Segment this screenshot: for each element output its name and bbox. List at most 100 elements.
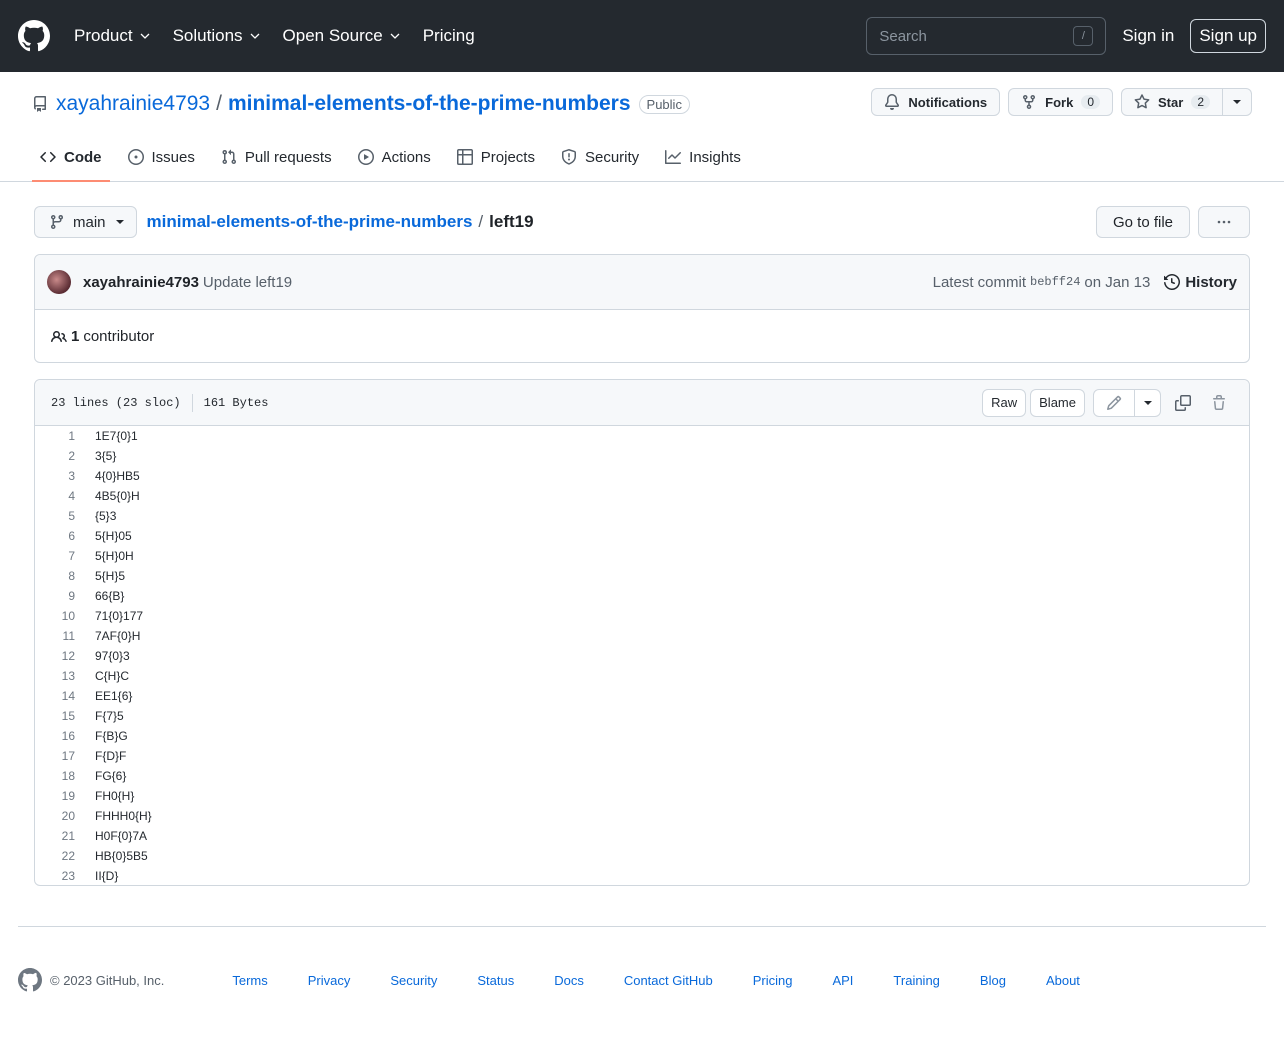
breadcrumb-repo-link[interactable]: minimal-elements-of-the-prime-numbers — [147, 212, 473, 232]
code-line: 17 F{D}F — [35, 746, 1249, 766]
line-number[interactable]: 23 — [35, 869, 75, 883]
nav-open-source[interactable]: Open Source — [283, 26, 401, 46]
line-number[interactable]: 10 — [35, 609, 75, 623]
delete-button[interactable] — [1205, 389, 1233, 417]
footer-link[interactable]: Terms — [232, 973, 267, 988]
line-number[interactable]: 16 — [35, 729, 75, 743]
edit-group — [1093, 388, 1161, 417]
code-line: 3 4{0}HB5 — [35, 466, 1249, 486]
global-nav: Product Solutions Open Source Pricing — [74, 26, 497, 46]
line-number[interactable]: 8 — [35, 569, 75, 583]
visibility-badge: Public — [638, 94, 690, 114]
line-number[interactable]: 11 — [35, 629, 75, 643]
line-number[interactable]: 19 — [35, 789, 75, 803]
more-options-button[interactable] — [1198, 206, 1250, 238]
branch-icon — [50, 215, 63, 230]
line-number[interactable]: 6 — [35, 529, 75, 543]
raw-button[interactable]: Raw — [982, 388, 1027, 417]
line-content: 4B5{0}H — [95, 489, 140, 503]
commit-message-link[interactable]: Update left19 — [203, 274, 292, 291]
tab-code-label: Code — [64, 148, 102, 166]
footer-link[interactable]: API — [832, 973, 853, 988]
branch-name: main — [73, 213, 106, 231]
line-number[interactable]: 13 — [35, 669, 75, 683]
github-logo-icon[interactable] — [18, 20, 50, 52]
line-number[interactable]: 7 — [35, 549, 75, 563]
line-number[interactable]: 22 — [35, 849, 75, 863]
edit-button[interactable] — [1093, 388, 1135, 417]
contributors-label[interactable]: contributor — [83, 328, 154, 345]
sign-up-button[interactable]: Sign up — [1190, 19, 1266, 53]
repo-owner-link[interactable]: xayahrainie4793 — [56, 92, 210, 116]
nav-product[interactable]: Product — [74, 26, 151, 46]
contributors-count: 1 — [71, 328, 80, 345]
star-button[interactable]: Star 2 — [1121, 88, 1223, 116]
github-logo-icon[interactable] — [18, 968, 42, 992]
line-number[interactable]: 18 — [35, 769, 75, 783]
tab-security[interactable]: Security — [553, 134, 647, 182]
fork-button[interactable]: Fork 0 — [1008, 88, 1114, 116]
line-number[interactable]: 20 — [35, 809, 75, 823]
line-number[interactable]: 17 — [35, 749, 75, 763]
line-number[interactable]: 14 — [35, 689, 75, 703]
star-count: 2 — [1191, 95, 1210, 109]
copy-button[interactable] — [1169, 389, 1197, 417]
search-input[interactable]: Search / — [866, 17, 1107, 55]
footer-link[interactable]: Docs — [554, 973, 584, 988]
tab-projects[interactable]: Projects — [449, 134, 543, 182]
line-content: 4{0}HB5 — [95, 469, 140, 483]
line-number[interactable]: 4 — [35, 489, 75, 503]
line-number[interactable]: 9 — [35, 589, 75, 603]
footer-link[interactable]: Security — [390, 973, 437, 988]
code-line: 18 FG{6} — [35, 766, 1249, 786]
footer-link[interactable]: Blog — [980, 973, 1006, 988]
tab-actions[interactable]: Actions — [350, 134, 439, 182]
code-body[interactable]: 1 1E7{0}1 2 3{5} 3 4{0}HB5 4 4B5{0}H 5 {5}3 6 5{H}0… — [35, 426, 1249, 886]
line-content: {5}3 — [95, 509, 117, 523]
footer-link[interactable]: Training — [893, 973, 939, 988]
footer-link[interactable]: Privacy — [308, 973, 351, 988]
nav-pricing[interactable]: Pricing — [423, 26, 475, 46]
notifications-button[interactable]: Notifications — [871, 88, 1001, 116]
nav-solutions-label: Solutions — [172, 26, 243, 45]
avatar[interactable] — [47, 270, 71, 294]
tab-issues-label: Issues — [151, 148, 195, 166]
triangle-down-icon — [1143, 400, 1152, 405]
star-dropdown-button[interactable] — [1223, 88, 1252, 116]
line-number[interactable]: 12 — [35, 649, 75, 663]
line-number[interactable]: 1 — [35, 429, 75, 443]
file-header: 23 lines (23 sloc) 161 Bytes Raw Blame — [35, 380, 1249, 426]
code-line: 16 F{B}G — [35, 726, 1249, 746]
tab-insights[interactable]: Insights — [657, 134, 749, 182]
history-link[interactable]: History — [1164, 274, 1237, 291]
line-number[interactable]: 5 — [35, 509, 75, 523]
footer-link[interactable]: Contact GitHub — [624, 973, 713, 988]
footer-link[interactable]: Status — [477, 973, 514, 988]
edit-dropdown-button[interactable] — [1135, 388, 1161, 417]
commit-sha-link[interactable]: bebff24 — [1030, 275, 1080, 289]
line-content: 7AF{0}H — [95, 629, 141, 643]
branch-select-button[interactable]: main — [34, 206, 137, 238]
star-icon — [1134, 94, 1150, 109]
line-content: 5{H}05 — [95, 529, 132, 543]
nav-solutions[interactable]: Solutions — [173, 26, 261, 46]
tab-pull-requests[interactable]: Pull requests — [213, 134, 340, 182]
go-to-file-button[interactable]: Go to file — [1095, 206, 1190, 238]
footer-link[interactable]: Pricing — [753, 973, 793, 988]
repo-name-link[interactable]: minimal-elements-of-the-prime-numbers — [228, 92, 631, 116]
code-line: 21 H0F{0}7A — [35, 826, 1249, 846]
commit-author-link[interactable]: xayahrainie4793 — [83, 274, 199, 291]
tab-issues[interactable]: Issues — [120, 134, 203, 182]
sign-in-link[interactable]: Sign in — [1122, 26, 1174, 46]
line-number[interactable]: 15 — [35, 709, 75, 723]
tab-code[interactable]: Code — [32, 134, 110, 182]
file-nav-actions: Go to file — [1095, 206, 1250, 238]
latest-commit-label: Latest commit — [932, 273, 1026, 291]
footer-link[interactable]: About — [1046, 973, 1080, 988]
line-number[interactable]: 21 — [35, 829, 75, 843]
code-line: 22 HB{0}5B5 — [35, 846, 1249, 866]
code-line: 15 F{7}5 — [35, 706, 1249, 726]
blame-button[interactable]: Blame — [1030, 388, 1085, 417]
line-number[interactable]: 3 — [35, 469, 75, 483]
line-number[interactable]: 2 — [35, 449, 75, 463]
